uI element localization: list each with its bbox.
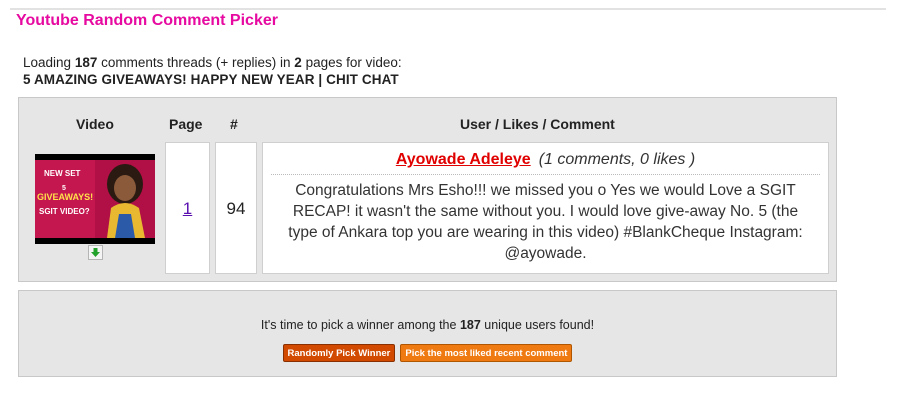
user-line: Ayowade Adeleye (1 comments, 0 likes ) bbox=[263, 151, 828, 169]
loading-status: Loading 187 comments threads (+ replies)… bbox=[23, 54, 402, 88]
number-cell: 94 bbox=[215, 142, 257, 274]
thumbnail-text-1: NEW SET bbox=[44, 169, 81, 178]
most-liked-button[interactable]: Pick the most liked recent comment bbox=[400, 344, 573, 362]
pick-prefix: It's time to pick a winner among the bbox=[260, 318, 460, 332]
comment-count: 187 bbox=[74, 55, 98, 70]
pick-suffix: unique users found! bbox=[480, 318, 595, 332]
loading-suffix: pages for video: bbox=[301, 55, 402, 70]
header-video: Video bbox=[76, 116, 114, 132]
top-divider bbox=[10, 8, 886, 10]
pick-winner-text: It's time to pick a winner among the 187… bbox=[19, 318, 836, 332]
download-arrow-icon bbox=[91, 248, 100, 257]
results-panel: Video Page # User / Likes / Comment NEW … bbox=[18, 97, 837, 282]
app-title: Youtube Random Comment Picker bbox=[16, 12, 278, 29]
thumbnail-text-3: GIVEAWAYS! bbox=[37, 192, 93, 202]
loading-prefix: Loading bbox=[23, 55, 75, 70]
picker-panel: It's time to pick a winner among the 187… bbox=[18, 290, 837, 377]
page-link[interactable]: 1 bbox=[166, 199, 209, 219]
comment-separator bbox=[271, 174, 820, 175]
header-user: User / Likes / Comment bbox=[460, 116, 615, 132]
thumbnail-text-4: SGIT VIDEO? bbox=[39, 207, 90, 216]
comment-text: Congratulations Mrs Esho!!! we missed yo… bbox=[288, 182, 803, 262]
page-cell: 1 bbox=[165, 142, 210, 274]
thumbnail-text-2: 5 bbox=[62, 185, 66, 192]
comment-cell: Ayowade Adeleye (1 comments, 0 likes ) Co… bbox=[262, 142, 829, 274]
comment-number: 94 bbox=[226, 199, 246, 218]
unique-user-count: 187 bbox=[459, 318, 481, 332]
page-count: 2 bbox=[294, 55, 302, 70]
download-button[interactable] bbox=[88, 245, 103, 260]
user-name-link[interactable]: Ayowade Adeleye bbox=[396, 151, 531, 168]
thumbnail-image: NEW SET 5 GIVEAWAYS! SGIT VIDEO? bbox=[35, 154, 155, 244]
user-meta: (1 comments, 0 likes ) bbox=[538, 151, 696, 168]
header-number: # bbox=[230, 116, 238, 132]
video-thumbnail[interactable]: NEW SET 5 GIVEAWAYS! SGIT VIDEO? bbox=[35, 154, 155, 244]
header-page: Page bbox=[169, 116, 203, 132]
loading-line: Loading 187 comments threads (+ replies)… bbox=[23, 54, 402, 71]
picker-buttons: Randomly Pick Winner Pick the most liked… bbox=[19, 344, 836, 362]
random-pick-button[interactable]: Randomly Pick Winner bbox=[282, 344, 396, 362]
video-title: 5 AMAZING GIVEAWAYS! HAPPY NEW YEAR | CH… bbox=[23, 72, 399, 87]
loading-mid: comments threads (+ replies) in bbox=[97, 55, 295, 70]
